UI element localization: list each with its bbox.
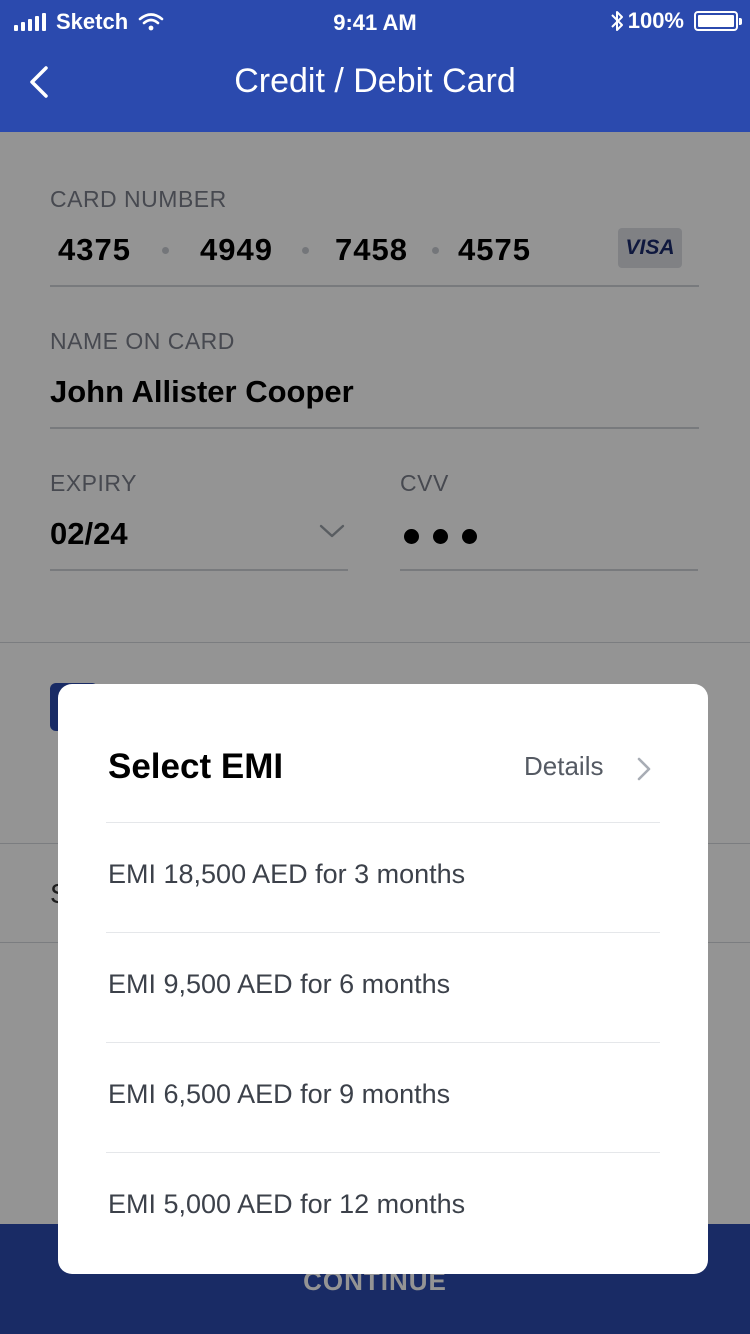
status-right: 100% <box>610 8 742 34</box>
emi-option-label: EMI 18,500 AED for 3 months <box>108 859 466 889</box>
battery-percent: 100% <box>627 8 684 33</box>
bluetooth-icon <box>611 11 623 31</box>
emi-option-label: EMI 9,500 AED for 6 months <box>108 969 451 999</box>
select-emi-dialog: Select EMI Details EMI 18,500 AED for 3 … <box>58 684 708 1274</box>
page-title: Credit / Debit Card <box>234 62 516 100</box>
chevron-right-icon[interactable] <box>635 755 653 783</box>
battery-icon <box>694 11 742 31</box>
emi-option[interactable]: EMI 18,500 AED for 3 months <box>106 822 660 932</box>
emi-option[interactable]: EMI 9,500 AED for 6 months <box>106 932 660 1042</box>
emi-option-label: EMI 5,000 AED for 12 months <box>108 1189 466 1219</box>
details-link[interactable]: Details <box>524 751 603 782</box>
dialog-title: Select EMI <box>108 747 284 786</box>
status-bar: Sketch 9:41 AM 100% <box>0 0 750 44</box>
app-header: Sketch 9:41 AM 100% Credit / Debit Card <box>0 0 750 132</box>
emi-option[interactable]: EMI 6,500 AED for 9 months <box>106 1042 660 1152</box>
emi-option[interactable]: EMI 5,000 AED for 12 months <box>106 1152 660 1262</box>
emi-option-label: EMI 6,500 AED for 9 months <box>108 1079 451 1109</box>
